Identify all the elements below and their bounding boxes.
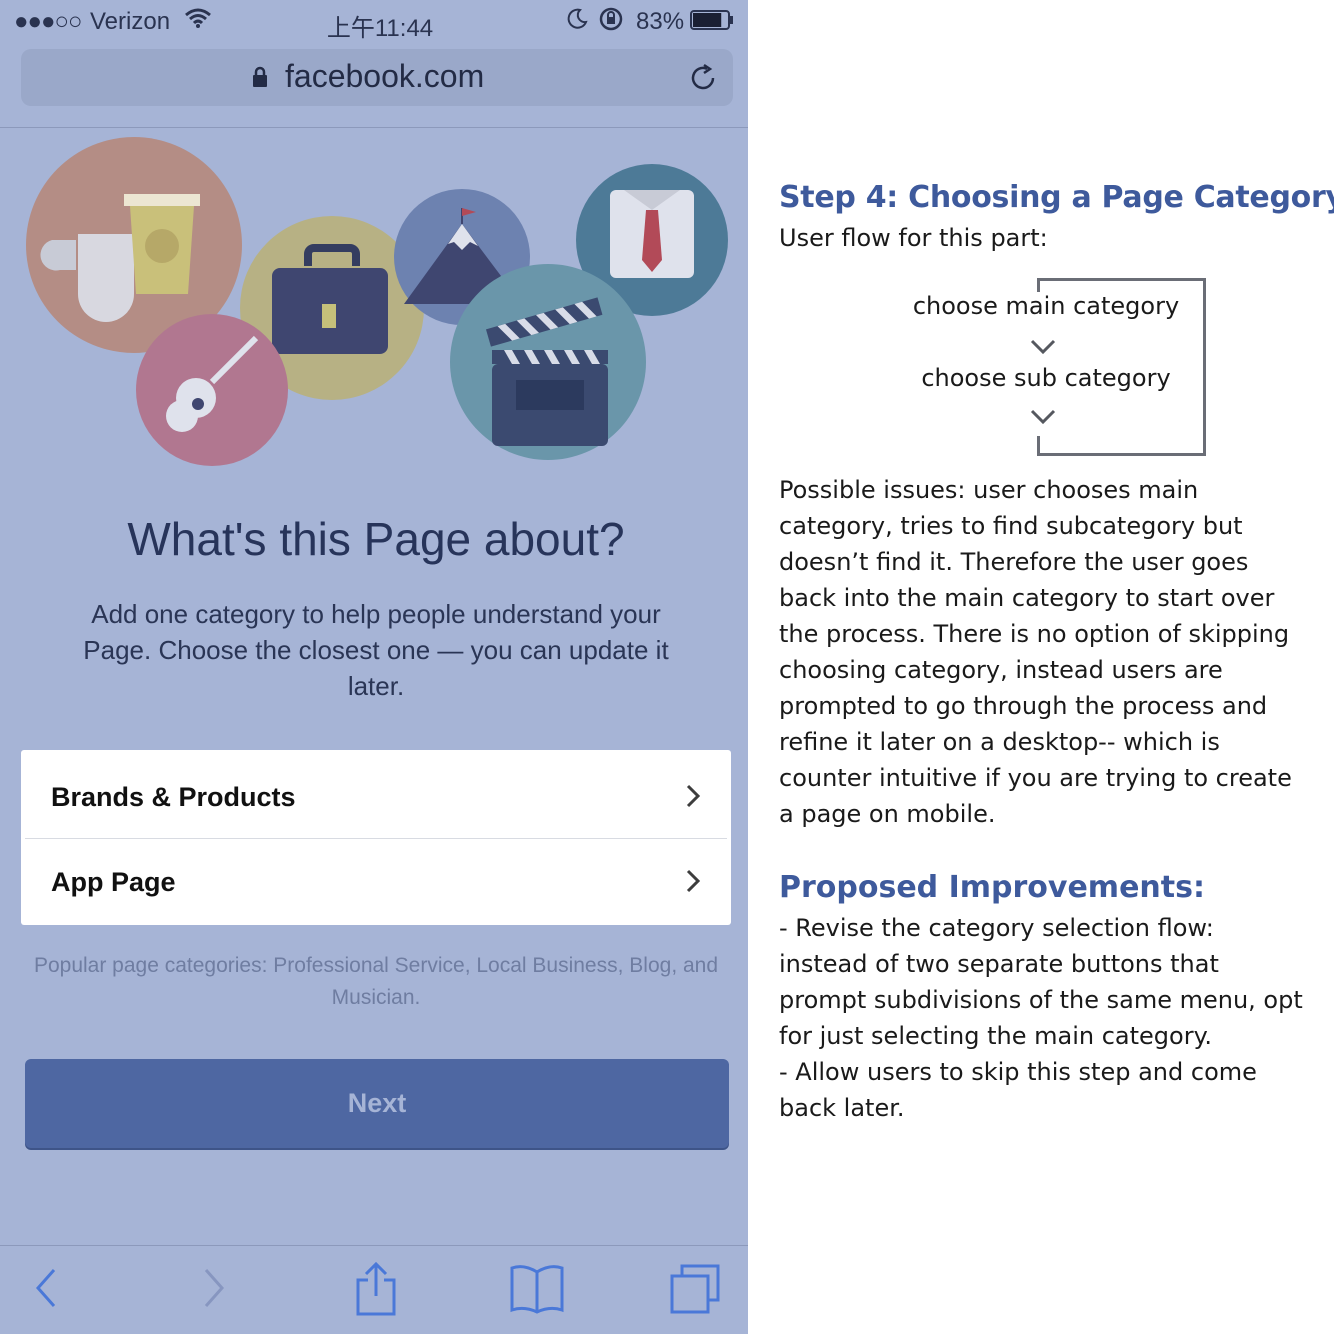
do-not-disturb-icon — [566, 6, 590, 37]
step-title: Step 4: Choosing a Page Category — [779, 180, 1334, 215]
rotation-lock-icon — [598, 6, 624, 39]
flow-intro: User flow for this part: — [779, 224, 1048, 252]
share-icon[interactable] — [352, 1262, 400, 1316]
category-label: App Page — [51, 867, 176, 897]
category-illustration — [26, 137, 728, 466]
phone-screenshot: ●●●○○ Verizon 上午11:44 83% facebook.com W… — [0, 0, 748, 1334]
page-title: What's this Page about? — [127, 513, 625, 565]
divider — [0, 1245, 748, 1246]
bookmarks-icon[interactable] — [508, 1262, 566, 1316]
chevron-down-icon — [1030, 409, 1056, 425]
flow-step-main-category: choose main category — [912, 292, 1180, 320]
chevron-down-icon — [1030, 339, 1056, 355]
page-description: Add one category to help people understa… — [83, 599, 669, 701]
back-icon[interactable] — [28, 1262, 64, 1312]
loop-bracket-top — [1037, 278, 1040, 292]
category-label: Brands & Products — [51, 782, 296, 812]
improvements-list: - Revise the category selection flow: in… — [779, 910, 1309, 1126]
improvement-item: - Allow users to skip this step and come… — [779, 1058, 1257, 1122]
possible-issues-text: Possible issues: user chooses main categ… — [779, 476, 1292, 828]
user-flow-diagram: choose main category choose sub category — [779, 276, 1319, 456]
address-bar[interactable]: facebook.com — [21, 49, 733, 106]
chevron-right-icon — [685, 783, 701, 814]
battery-percent: 83% — [636, 8, 685, 35]
loop-bracket-bottom — [1037, 436, 1040, 453]
popular-categories-hint: Popular page categories: Professional Se… — [33, 954, 719, 1009]
next-button[interactable]: Next — [25, 1059, 729, 1148]
improvement-item: - Revise the category selection flow: in… — [779, 914, 1303, 1050]
lock-icon — [251, 66, 269, 93]
tabs-icon[interactable] — [668, 1262, 722, 1316]
flow-step-sub-category: choose sub category — [921, 364, 1171, 392]
category-option-brands[interactable]: Brands & Products — [25, 754, 727, 839]
category-option-app-page[interactable]: App Page — [25, 839, 727, 923]
guitar-icon — [136, 314, 288, 466]
category-list: Brands & Products App Page — [21, 750, 731, 925]
reload-icon[interactable] — [689, 63, 719, 98]
chevron-right-icon — [685, 868, 701, 899]
url-text: facebook.com — [285, 58, 485, 94]
improvements-title: Proposed Improvements: — [779, 870, 1205, 905]
forward-icon[interactable] — [196, 1262, 232, 1312]
status-bar: ●●●○○ Verizon 上午11:44 83% — [0, 0, 748, 42]
battery-icon — [690, 10, 733, 30]
clapperboard-icon — [450, 264, 646, 460]
